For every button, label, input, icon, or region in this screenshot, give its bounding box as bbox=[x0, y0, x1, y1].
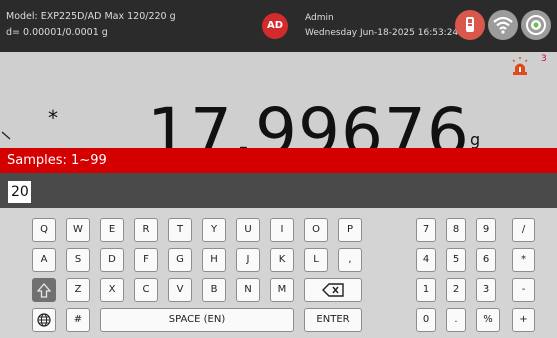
shift-key[interactable] bbox=[32, 278, 56, 302]
key-t[interactable]: T bbox=[168, 218, 192, 242]
key-s[interactable]: S bbox=[66, 248, 90, 272]
numpad-5[interactable]: 5 bbox=[446, 248, 466, 272]
space-key[interactable]: SPACE (EN) bbox=[100, 308, 294, 332]
input-row: 20 bbox=[0, 173, 557, 208]
numpad-8[interactable]: 8 bbox=[446, 218, 466, 242]
usb-icon[interactable] bbox=[455, 10, 485, 40]
backspace-key[interactable] bbox=[304, 278, 362, 302]
key-p[interactable]: P bbox=[338, 218, 362, 242]
numpad-4[interactable]: 4 bbox=[416, 248, 436, 272]
numpad-decimal[interactable]: . bbox=[446, 308, 466, 332]
status-bar: Model: EXP225D/AD Max 120/220 g d= 0.000… bbox=[0, 0, 557, 52]
enter-key[interactable]: ENTER bbox=[304, 308, 362, 332]
numpad-2[interactable]: 2 bbox=[446, 278, 466, 302]
numpad-1[interactable]: 1 bbox=[416, 278, 436, 302]
key-j[interactable]: J bbox=[236, 248, 260, 272]
globe-icon bbox=[37, 313, 51, 327]
key-e[interactable]: E bbox=[100, 218, 124, 242]
numpad-plus[interactable]: + bbox=[512, 308, 535, 332]
weight-value: 17.99676 bbox=[147, 94, 470, 149]
datetime: Wednesday Jun-18-2025 16:53:24 bbox=[305, 28, 459, 38]
key-comma[interactable]: , bbox=[338, 248, 362, 272]
key-b[interactable]: B bbox=[202, 278, 226, 302]
key-d[interactable]: D bbox=[100, 248, 124, 272]
key-m[interactable]: M bbox=[270, 278, 294, 302]
key-u[interactable]: U bbox=[236, 218, 260, 242]
numpad-percent[interactable]: % bbox=[476, 308, 500, 332]
key-z[interactable]: Z bbox=[66, 278, 90, 302]
key-y[interactable]: Y bbox=[202, 218, 226, 242]
key-l[interactable]: L bbox=[304, 248, 328, 272]
key-k[interactable]: K bbox=[270, 248, 294, 272]
shift-icon bbox=[37, 283, 51, 298]
numpad-divide[interactable]: / bbox=[512, 218, 535, 242]
key-f[interactable]: F bbox=[134, 248, 158, 272]
avatar[interactable]: AD bbox=[262, 13, 288, 39]
target-icon[interactable] bbox=[521, 10, 551, 40]
key-q[interactable]: Q bbox=[32, 218, 56, 242]
siren-icon[interactable] bbox=[510, 56, 530, 76]
numpad-7[interactable]: 7 bbox=[416, 218, 436, 242]
alarm-count: 3 bbox=[541, 54, 547, 64]
key-v[interactable]: V bbox=[168, 278, 192, 302]
key-x[interactable]: X bbox=[100, 278, 124, 302]
key-a[interactable]: A bbox=[32, 248, 56, 272]
user-name: Admin bbox=[305, 13, 334, 23]
chevron-right-icon[interactable] bbox=[0, 130, 14, 148]
key-n[interactable]: N bbox=[236, 278, 260, 302]
stability-marker: * bbox=[48, 106, 58, 130]
device-info: Model: EXP225D/AD Max 120/220 g d= 0.000… bbox=[6, 9, 176, 41]
key-hash[interactable]: # bbox=[66, 308, 90, 332]
key-w[interactable]: W bbox=[66, 218, 90, 242]
key-i[interactable]: I bbox=[270, 218, 294, 242]
virtual-keyboard: Q W E R T Y U I O P A S D F G H J K L , … bbox=[0, 208, 557, 338]
wifi-icon[interactable] bbox=[488, 10, 518, 40]
numpad-9[interactable]: 9 bbox=[476, 218, 496, 242]
numpad-0[interactable]: 0 bbox=[416, 308, 436, 332]
numpad-minus[interactable]: - bbox=[512, 278, 535, 302]
samples-input[interactable]: 20 bbox=[8, 181, 31, 203]
backspace-icon bbox=[322, 283, 344, 297]
numpad-3[interactable]: 3 bbox=[476, 278, 496, 302]
weight-unit: g bbox=[470, 130, 481, 148]
key-o[interactable]: O bbox=[304, 218, 328, 242]
key-h[interactable]: H bbox=[202, 248, 226, 272]
language-key[interactable] bbox=[32, 308, 56, 332]
key-c[interactable]: C bbox=[134, 278, 158, 302]
weighing-display: 3 * 17.99676 g bbox=[0, 52, 557, 148]
input-prompt-banner: Samples: 1~99 bbox=[0, 148, 557, 173]
key-r[interactable]: R bbox=[134, 218, 158, 242]
key-g[interactable]: G bbox=[168, 248, 192, 272]
model-line: Model: EXP225D/AD Max 120/220 g bbox=[6, 11, 176, 22]
numpad-multiply[interactable]: * bbox=[512, 248, 535, 272]
numpad-6[interactable]: 6 bbox=[476, 248, 496, 272]
resolution-line: d= 0.00001/0.0001 g bbox=[6, 27, 108, 38]
user-info: Admin Wednesday Jun-18-2025 16:53:24 bbox=[305, 11, 458, 41]
